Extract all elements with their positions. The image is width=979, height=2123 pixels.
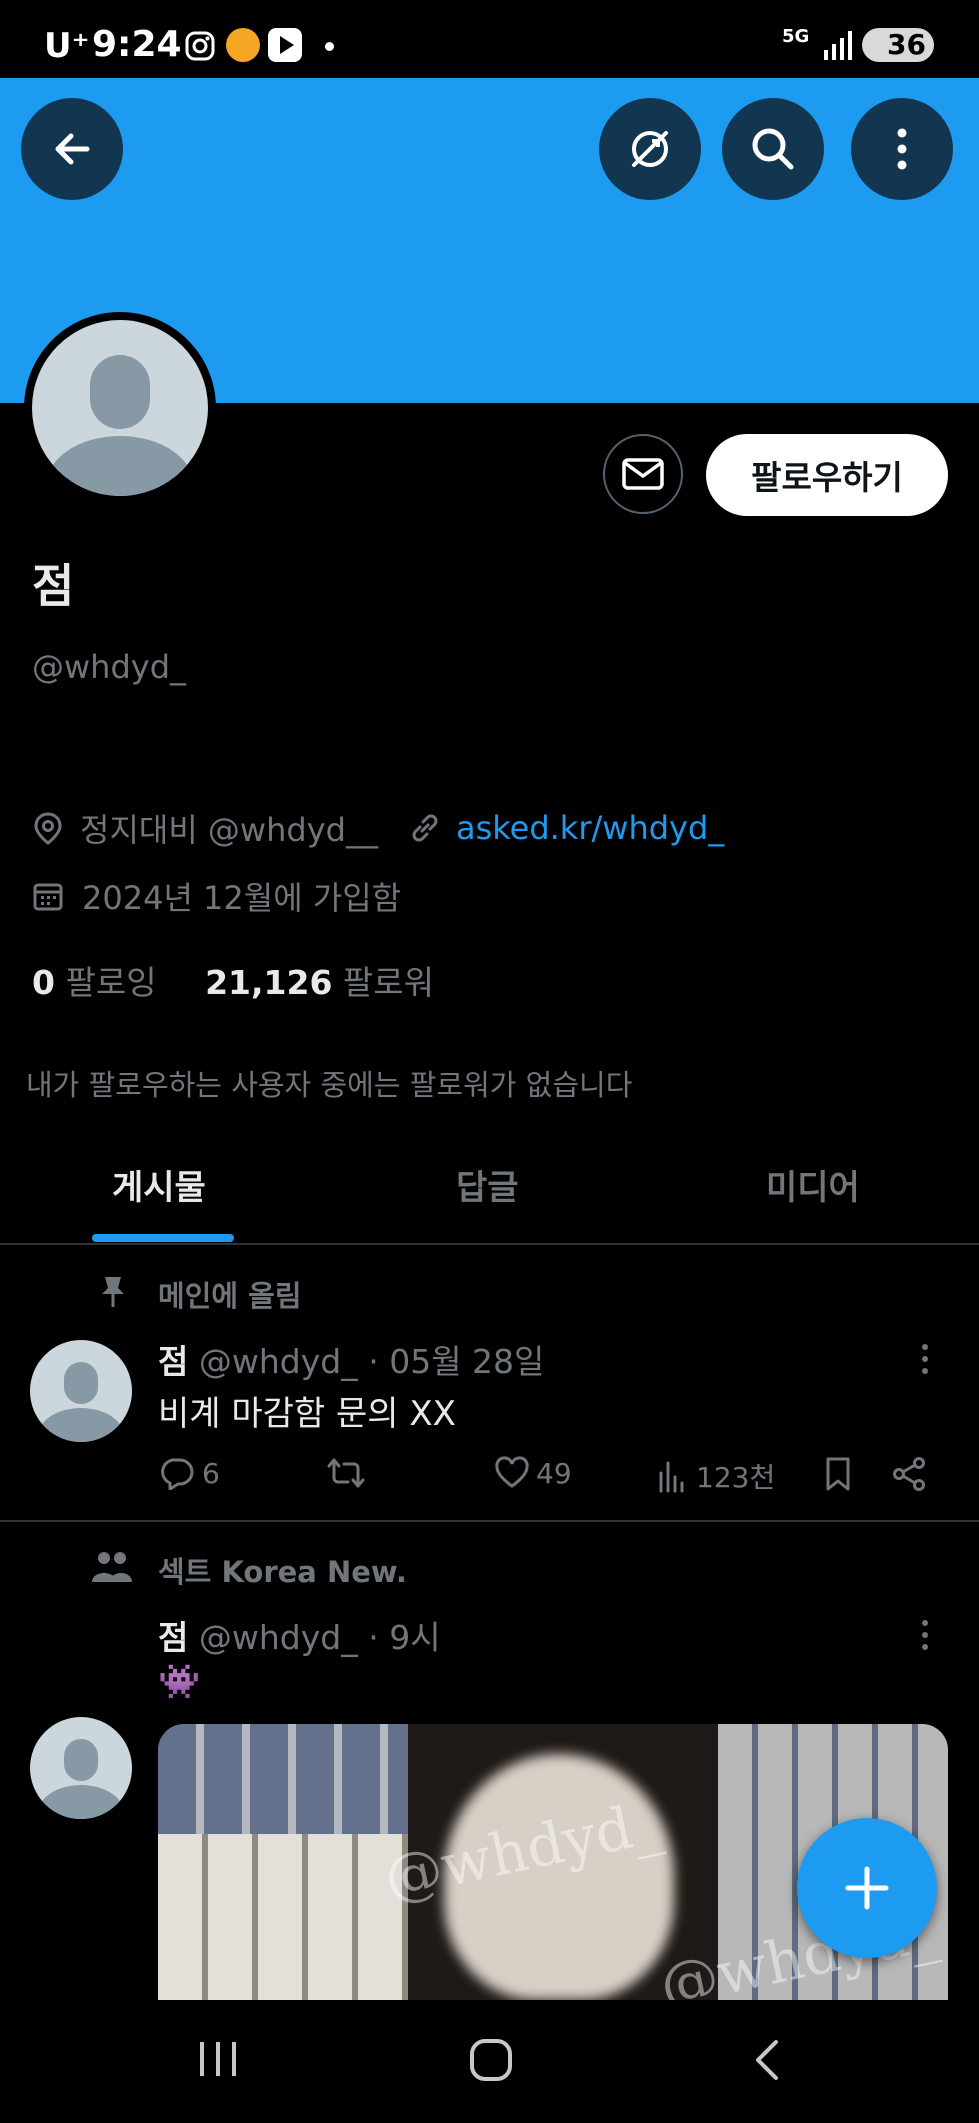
tab-replies[interactable]: 답글 [456, 1160, 519, 1209]
post-text: 👾 [158, 1662, 201, 1702]
reply-icon [161, 1458, 194, 1490]
follow-counts: 0 팔로잉 21,126 팔로워 [32, 956, 434, 1004]
post-text: 비계 마감함 문의 XX [158, 1394, 456, 1434]
active-tab-indicator [92, 1234, 234, 1242]
repost-button[interactable] [326, 1456, 372, 1490]
community-icon [90, 1548, 134, 1586]
more-notifications-dot [325, 42, 334, 51]
following-count: 0 [32, 963, 55, 1002]
pinned-label: 메인에 올림 [158, 1279, 302, 1313]
post-timestamp: · 05월 28일 [368, 1342, 545, 1381]
play-icon [268, 28, 302, 62]
home-button[interactable] [469, 2038, 513, 2082]
default-avatar-icon [37, 1362, 125, 1442]
calendar-icon [33, 883, 63, 911]
following-label: 팔로잉 [65, 963, 157, 1002]
network-type: 5G [782, 26, 810, 47]
default-avatar-icon [37, 1739, 125, 1819]
battery-indicator: 36 [862, 28, 934, 62]
website-link[interactable]: asked.kr/whdyd_ [456, 809, 724, 847]
post-menu-button[interactable] [918, 1618, 932, 1652]
chevron-left-icon [756, 2040, 778, 2080]
profile-meta-location-link: 정지대비 @whdyd__ asked.kr/whdyd_ [32, 805, 724, 851]
location-text: 정지대비 @whdyd__ [80, 811, 378, 849]
more-vertical-icon [922, 1620, 928, 1650]
reply-button[interactable]: 6 [160, 1456, 220, 1490]
post-header: 점 @whdyd_ · 9시 [158, 1611, 441, 1659]
followers-count: 21,126 [205, 963, 333, 1002]
default-avatar-icon [32, 320, 208, 496]
post-author-handle: @whdyd_ [198, 1342, 358, 1381]
post-author-handle: @whdyd_ [198, 1618, 358, 1657]
followers-link[interactable]: 21,126 팔로워 [205, 963, 434, 1002]
tab-media[interactable]: 미디어 [766, 1160, 860, 1209]
community-label[interactable]: 섹트 Korea New. [158, 1549, 407, 1591]
more-vertical-icon [897, 128, 907, 170]
followers-label: 팔로워 [342, 963, 434, 1002]
arrow-left-icon [55, 133, 90, 165]
display-name: 점 [32, 559, 75, 613]
compose-post-button[interactable] [797, 1818, 937, 1958]
bookmark-button[interactable] [823, 1456, 853, 1492]
view-count: 123천 [696, 1461, 776, 1494]
link-icon [412, 814, 438, 842]
shelf-left-lower [158, 1834, 408, 2000]
search-icon [752, 128, 794, 170]
post-timestamp: · 9시 [368, 1618, 441, 1657]
more-options-button[interactable] [851, 98, 953, 200]
location-pin-icon [34, 812, 62, 845]
pin-icon [96, 1274, 130, 1310]
views-button[interactable]: 123천 [656, 1456, 775, 1496]
post-menu-button[interactable] [918, 1342, 932, 1376]
recent-apps-icon [200, 2042, 236, 2076]
signal-icon [822, 28, 854, 62]
status-bar: U⁺ 9:24 5G 36 [0, 0, 979, 78]
message-button[interactable] [603, 434, 683, 514]
repost-icon [327, 1458, 365, 1488]
post-author-name[interactable]: 점 [158, 1618, 188, 1657]
home-icon [470, 2039, 512, 2081]
more-vertical-icon [922, 1344, 928, 1374]
follow-button[interactable]: 팔로우하기 [706, 434, 948, 516]
tabs-divider [0, 1243, 979, 1245]
system-back-button[interactable] [750, 2038, 782, 2082]
explore-button[interactable] [599, 98, 701, 200]
like-count: 49 [536, 1456, 572, 1490]
share-icon [893, 1457, 925, 1491]
post-header: 점 @whdyd_ · 05월 28일 [158, 1335, 544, 1383]
search-button[interactable] [722, 98, 824, 200]
joined-date: 2024년 12월에 가입함 [82, 879, 402, 917]
compass-icon [632, 131, 668, 167]
analytics-icon [659, 1461, 684, 1493]
share-button[interactable] [891, 1456, 927, 1492]
following-link[interactable]: 0 팔로잉 [32, 963, 157, 1002]
followers-you-know-notice: 내가 팔로우하는 사용자 중에는 팔로워가 없습니다 [26, 1068, 633, 1102]
carrier-label: U⁺ [44, 26, 90, 66]
tab-posts[interactable]: 게시물 [112, 1160, 206, 1209]
post-avatar[interactable] [30, 1340, 132, 1442]
plus-icon [845, 1866, 889, 1910]
post-author-name[interactable]: 점 [158, 1342, 188, 1381]
user-handle: @whdyd_ [32, 648, 187, 686]
mail-icon [622, 458, 664, 490]
heart-icon [495, 1456, 529, 1488]
profile-meta-joined: 2024년 12월에 가입함 [32, 873, 401, 919]
post-divider [0, 1520, 979, 1522]
like-button[interactable]: 49 [494, 1456, 572, 1490]
reply-count: 6 [202, 1456, 220, 1490]
clock: 9:24 [92, 24, 182, 65]
profile-avatar[interactable] [24, 312, 216, 504]
app-notification-icon [226, 28, 260, 62]
instagram-icon [184, 30, 216, 62]
back-button[interactable] [21, 98, 123, 200]
recent-apps-button[interactable] [196, 2038, 240, 2080]
system-navigation-bar [0, 2000, 979, 2123]
post-avatar[interactable] [30, 1717, 132, 1819]
bookmark-icon [826, 1457, 850, 1491]
